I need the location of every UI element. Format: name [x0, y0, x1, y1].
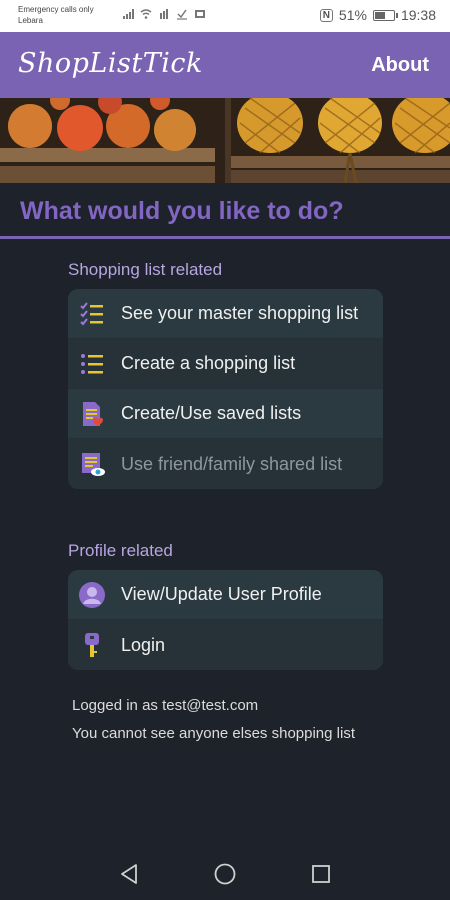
list-icon — [78, 350, 106, 378]
checklist-icon — [78, 300, 106, 328]
clock: 19:38 — [400, 7, 436, 23]
saved-list-icon — [78, 400, 106, 428]
carrier-line1: Emergency calls only — [18, 5, 94, 14]
login-option[interactable]: Login — [68, 620, 383, 670]
create-list-option[interactable]: Create a shopping list — [68, 339, 383, 389]
status-right: N 51% 19:38 — [319, 7, 436, 23]
nfc-icon: N — [319, 8, 333, 22]
app-title: ShopListTick — [18, 48, 203, 79]
carrier-info: Emergency calls only Lebara — [18, 4, 94, 26]
back-icon[interactable] — [117, 862, 141, 886]
page-heading: What would you like to do? — [20, 197, 344, 225]
carrier-line2: Lebara — [18, 16, 43, 25]
user-icon — [78, 581, 106, 609]
about-button[interactable]: About — [371, 54, 429, 77]
profile-options-card: View/Update User Profile Login — [68, 570, 383, 670]
logged-in-text: Logged in as test@test.com — [72, 697, 259, 714]
data-signal-icon — [160, 9, 168, 19]
recents-icon[interactable] — [309, 862, 333, 886]
key-icon — [78, 631, 106, 659]
shopping-options-card: See your master shopping list Create a s… — [68, 289, 383, 489]
status-icons — [122, 8, 206, 20]
image-notification-icon — [195, 10, 205, 18]
visibility-note: You cannot see anyone elses shopping lis… — [72, 725, 355, 742]
profile-section-label: Profile related — [68, 541, 173, 560]
master-list-label: See your master shopping list — [121, 303, 359, 323]
saved-lists-label: Create/Use saved lists — [121, 403, 302, 423]
shared-list-option[interactable]: Use friend/family shared list — [68, 439, 383, 489]
user-profile-label: View/Update User Profile — [121, 584, 322, 604]
app-bar: ShopListTick About — [0, 32, 450, 98]
signal-icon — [123, 9, 134, 19]
battery-icon — [372, 9, 398, 21]
wifi-icon — [140, 9, 152, 19]
download-icon — [177, 9, 187, 20]
navigation-bar — [0, 848, 450, 900]
status-bar: Emergency calls only Lebara N 51% 19:38 — [0, 0, 450, 32]
shared-list-icon — [78, 450, 106, 478]
banner-image — [0, 98, 450, 183]
heading-divider — [0, 236, 450, 239]
login-label: Login — [121, 634, 166, 655]
shopping-section-label: Shopping list related — [68, 260, 223, 279]
fruit-banner-icon — [0, 98, 450, 183]
user-profile-option[interactable]: View/Update User Profile — [68, 570, 383, 620]
battery-percent: 51% — [338, 7, 367, 23]
saved-lists-option[interactable]: Create/Use saved lists — [68, 389, 383, 439]
master-list-option[interactable]: See your master shopping list — [68, 289, 383, 339]
home-icon[interactable] — [213, 862, 237, 886]
shared-list-label: Use friend/family shared list — [121, 453, 343, 474]
create-list-label: Create a shopping list — [121, 353, 296, 373]
